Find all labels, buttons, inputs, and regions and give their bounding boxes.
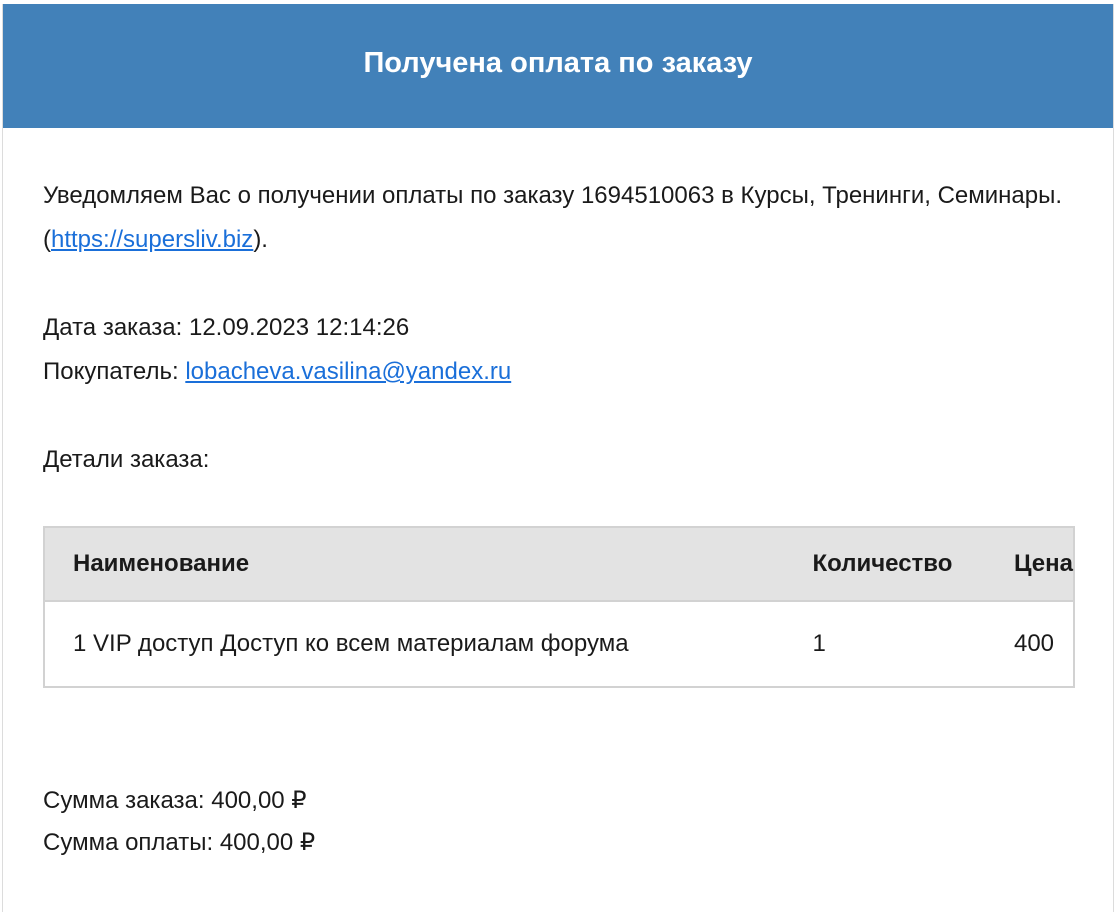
column-header-quantity: Количество: [784, 527, 986, 602]
order-total-value: 400,00 ₽: [211, 787, 307, 814]
column-header-name: Наименование: [44, 527, 785, 602]
table-header-row: Наименование Количество Цена: [44, 527, 1074, 602]
email-container: Получена оплата по заказу Уведомляем Вас…: [2, 4, 1114, 912]
buyer-label: Покупатель:: [43, 358, 179, 385]
email-body: Уведомляем Вас о получении оплаты по зак…: [3, 128, 1113, 864]
order-details-title: Детали заказа:: [43, 446, 210, 473]
paid-total-label: Сумма оплаты:: [43, 829, 214, 856]
site-link[interactable]: https://supersliv.biz: [51, 226, 253, 253]
email-header: Получена оплата по заказу: [3, 4, 1113, 128]
item-price: 400: [1013, 630, 1055, 657]
paid-total-value: 400,00 ₽: [219, 829, 316, 856]
order-meta: Дата заказа: 12.09.2023 12:14:26 Покупат…: [43, 262, 1073, 394]
column-header-price: Цена: [985, 527, 1074, 602]
order-items-table: Наименование Количество Цена 1 VIP досту…: [43, 526, 1075, 688]
order-total-label: Сумма заказа:: [43, 787, 205, 814]
order-summary: Сумма заказа: 400,00 ₽ Сумма оплаты: 400…: [43, 688, 1073, 864]
item-quantity: 1: [812, 630, 826, 657]
intro-paragraph: Уведомляем Вас о получении оплаты по зак…: [43, 128, 1073, 262]
order-date-label: Дата заказа:: [43, 314, 183, 341]
table-row: 1 VIP доступ Доступ ко всем материалам ф…: [44, 601, 1074, 687]
item-name: 1 VIP доступ Доступ ко всем материалам ф…: [73, 630, 629, 657]
intro-text-end: ).: [253, 226, 268, 253]
buyer-email-link[interactable]: lobacheva.vasilina@yandex.ru: [185, 358, 511, 385]
order-date-value: 12.09.2023 12:14:26: [188, 314, 410, 341]
email-title: Получена оплата по заказу: [363, 46, 753, 79]
